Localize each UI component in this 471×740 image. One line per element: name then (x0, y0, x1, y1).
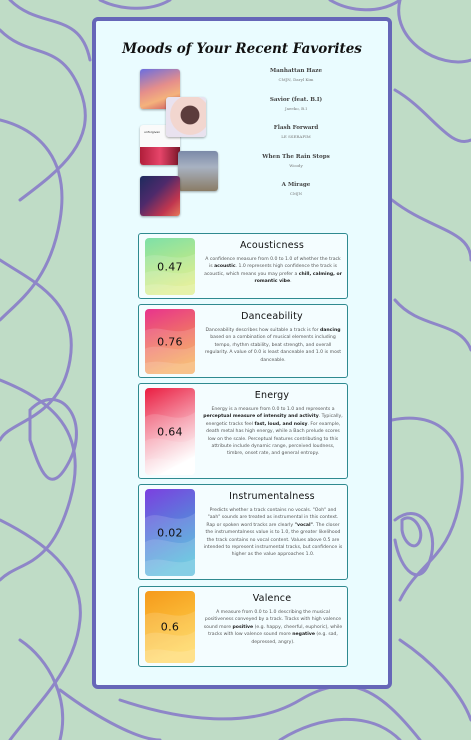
feature-description: A confidence measure from 0.0 to 1.0 of … (204, 257, 342, 285)
track-artist: Woody (289, 162, 303, 168)
feature-description: Energy is a measure from 0.0 to 1.0 and … (203, 407, 343, 457)
feature-value: 0.64 (157, 425, 183, 438)
feature-swatch: 0.6 (145, 591, 195, 663)
feature-instrumentalness: 0.02 Instrumentalness Predicts whether a… (138, 484, 348, 580)
feature-value: 0.76 (157, 335, 183, 348)
feature-value: 0.6 (160, 620, 180, 634)
feature-title: Danceability (241, 311, 303, 322)
feature-swatch: 0.64 (145, 388, 195, 475)
track-name: Manhattan Haze (269, 68, 323, 74)
page-title: Moods of Your Recent Favorites (122, 41, 362, 57)
feature-swatch: 0.76 (145, 309, 195, 374)
track-name: When The Rain Stops (262, 153, 330, 160)
feature-title: Energy (254, 390, 290, 401)
track-item[interactable]: Manhattan Haze CMJN, Daryl Kim (244, 68, 348, 97)
track-item[interactable]: When The Rain Stops Woody (244, 154, 348, 183)
feature-description: A measure from 0.0 to 1.0 describing the… (203, 610, 343, 645)
track-artist: CMJN, Daryl Kim (278, 77, 314, 82)
feature-value: 0.02 (157, 526, 183, 539)
track-name: Flash Forward (273, 125, 319, 132)
feature-title: Valence (252, 593, 292, 604)
album-cover-when-the-rain-stops[interactable] (178, 151, 218, 191)
track-item[interactable]: Flash Forward LE SSERAFIM (244, 125, 348, 154)
track-item[interactable]: A Mirage CMJN (244, 182, 348, 211)
track-item[interactable]: Savior (feat. B.I) Jaeeko, B.I (244, 97, 348, 126)
feature-title: Instrumentalness (229, 491, 315, 502)
feature-swatch: 0.02 (145, 489, 195, 576)
track-artist: CMJN (289, 191, 303, 197)
feature-acousticness: 0.47 Acousticness A confidence measure f… (138, 233, 348, 299)
album-cover-savior[interactable] (166, 97, 206, 137)
track-artist: LE SSERAFIM (281, 134, 311, 140)
feature-swatch: 0.47 (145, 238, 195, 295)
feature-valence: 0.6 Valence A measure from 0.0 to 1.0 de… (138, 586, 348, 667)
track-list: Manhattan Haze CMJN, Daryl Kim Savior (f… (244, 68, 348, 211)
album-cover-collage: unforgiven (136, 66, 218, 216)
cover-art-text: unforgiven (144, 130, 161, 134)
album-cover-a-mirage[interactable] (140, 176, 180, 216)
feature-energy: 0.64 Energy Energy is a measure from 0.0… (138, 383, 348, 479)
feature-value: 0.47 (157, 260, 183, 273)
feature-description: Predicts whether a track contains no voc… (203, 508, 343, 558)
track-name: Savior (feat. B.I) (269, 96, 323, 103)
feature-description: Danceability describes how suitable a tr… (204, 328, 342, 363)
track-name: A Mirage (281, 182, 311, 189)
track-artist: Jaeeko, B.I (285, 105, 307, 111)
feature-danceability: 0.76 Danceability Danceability describes… (138, 304, 348, 378)
feature-title: Acousticness (239, 240, 305, 251)
moods-card: Moods of Your Recent Favorites unforgive… (92, 17, 392, 689)
